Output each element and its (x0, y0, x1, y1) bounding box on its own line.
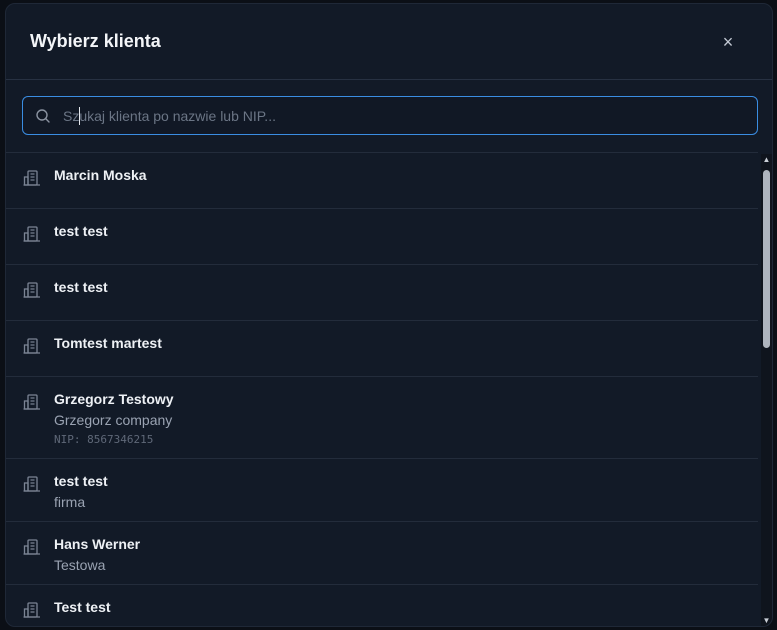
building-icon (23, 602, 40, 618)
client-company: Grzegorz company (54, 412, 173, 428)
close-icon: × (722, 32, 734, 52)
building-icon (23, 539, 40, 555)
close-button[interactable]: × (719, 32, 737, 52)
building-icon (23, 476, 40, 492)
scroll-down-arrow[interactable]: ▼ (761, 615, 772, 626)
client-name: Hans Werner (54, 536, 141, 552)
building-icon (23, 282, 40, 298)
client-list-item[interactable]: Grzegorz Testowy Grzegorz company NIP: 856… (6, 377, 758, 459)
scroll-thumb[interactable] (763, 170, 770, 348)
client-list-item[interactable]: test test (6, 265, 758, 321)
modal-title: Wybierz klienta (30, 31, 161, 51)
search-field[interactable] (22, 96, 758, 135)
building-icon (23, 170, 40, 186)
client-name: Tomtest martest (54, 335, 162, 351)
building-icon (23, 226, 40, 242)
client-list-item[interactable]: Marcin Moska (6, 153, 758, 209)
text-caret (79, 107, 80, 125)
search-input[interactable] (63, 99, 743, 132)
client-name: test test (54, 473, 108, 489)
client-list-item[interactable]: test test (6, 209, 758, 265)
client-nip: NIP: 8567346215 (54, 433, 154, 446)
client-list-item[interactable]: test test firma (6, 459, 758, 522)
building-icon (23, 338, 40, 354)
client-picker-modal: Wybierz klienta × Marcin Moskatest testt… (5, 3, 773, 627)
client-name: test test (54, 223, 108, 239)
client-list-item[interactable]: Tomtest martest (6, 321, 758, 377)
client-list-item[interactable]: Test test (6, 585, 758, 626)
modal-header: Wybierz klienta × (6, 4, 772, 80)
client-list-item[interactable]: Hans Werner Testowa (6, 522, 758, 585)
client-name: test test (54, 279, 108, 295)
client-company: Testowa (54, 557, 106, 573)
client-name: Grzegorz Testowy (54, 391, 174, 407)
client-company: firma (54, 494, 86, 510)
search-icon (36, 109, 50, 123)
scroll-up-arrow[interactable]: ▲ (761, 154, 772, 165)
client-name: Marcin Moska (54, 167, 147, 183)
building-icon (23, 394, 40, 410)
client-list: Marcin Moska test test test test Tomtest ma… (6, 152, 758, 626)
client-name: Test test (54, 599, 111, 615)
scrollbar[interactable]: ▲ ▼ (761, 154, 772, 626)
